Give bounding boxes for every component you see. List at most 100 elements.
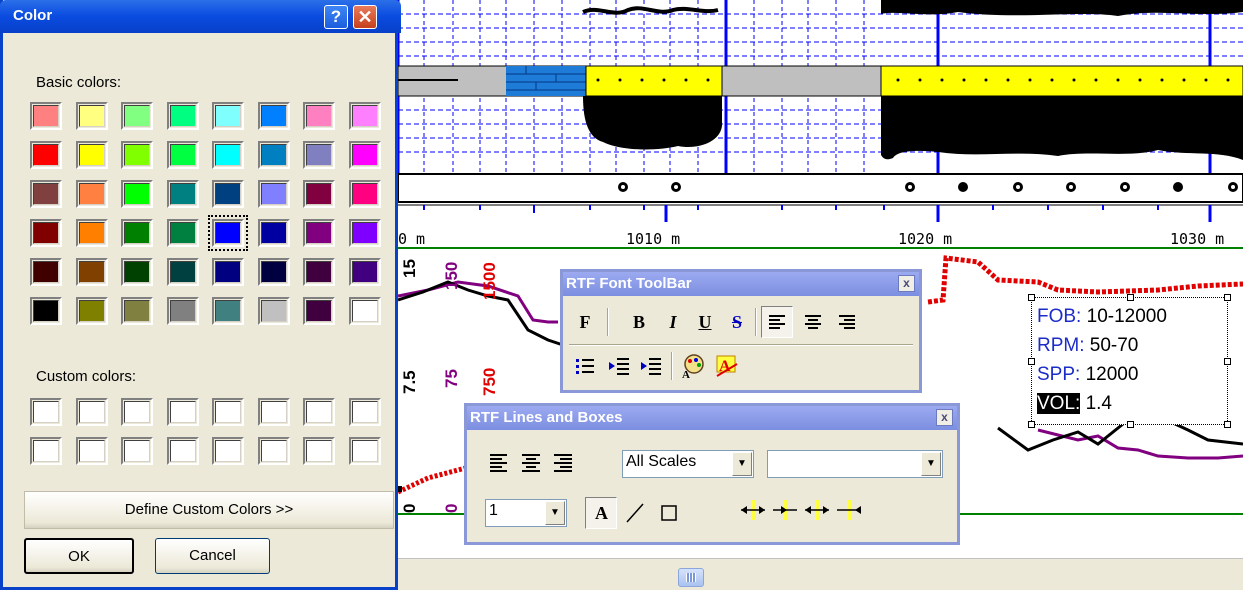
align-right-button[interactable]	[833, 308, 861, 336]
color-swatch[interactable]	[257, 219, 290, 247]
arrow-out-button[interactable]	[803, 496, 831, 524]
text-mode-button[interactable]: A	[585, 497, 617, 529]
close-button[interactable]: ✕	[353, 5, 377, 29]
color-swatch[interactable]	[166, 180, 199, 208]
scrollbar-thumb[interactable]	[678, 568, 704, 587]
resize-handle[interactable]	[1028, 358, 1035, 365]
color-swatch[interactable]	[212, 437, 244, 465]
color-swatch[interactable]	[30, 437, 62, 465]
color-swatch[interactable]	[303, 102, 335, 130]
font-color-button[interactable]: A	[679, 352, 707, 381]
color-swatch[interactable]	[166, 219, 199, 247]
increase-indent-button[interactable]	[637, 352, 665, 380]
color-swatch[interactable]	[212, 258, 244, 286]
color-swatch[interactable]	[257, 297, 290, 325]
color-swatch[interactable]	[348, 102, 381, 130]
color-swatch[interactable]	[75, 258, 108, 286]
color-swatch[interactable]	[30, 180, 62, 208]
color-swatch[interactable]	[303, 141, 335, 169]
color-swatch[interactable]	[303, 398, 335, 426]
color-swatch[interactable]	[166, 258, 199, 286]
color-swatch[interactable]	[212, 141, 244, 169]
horizontal-scrollbar[interactable]	[398, 558, 1243, 590]
color-swatch[interactable]	[257, 437, 290, 465]
arrow-both-button[interactable]	[739, 496, 767, 524]
resize-handle[interactable]	[1028, 294, 1035, 301]
strikethrough-button[interactable]: S	[723, 308, 751, 336]
color-swatch[interactable]	[348, 180, 381, 208]
color-swatch[interactable]	[348, 437, 381, 465]
color-swatch[interactable]	[348, 258, 381, 286]
resize-handle[interactable]	[1224, 421, 1231, 428]
resize-handle[interactable]	[1127, 294, 1134, 301]
ok-button[interactable]: OK	[24, 538, 134, 574]
resize-handle[interactable]	[1224, 294, 1231, 301]
box-align-right-button[interactable]	[549, 448, 577, 476]
dialog-titlebar[interactable]: Color ? ✕	[0, 0, 401, 33]
color-swatch[interactable]	[30, 219, 62, 247]
color-swatch[interactable]	[30, 297, 62, 325]
color-swatch[interactable]	[303, 180, 335, 208]
chevron-down-icon[interactable]: ▼	[921, 452, 941, 476]
line-width-select[interactable]: 1 ▼	[485, 499, 567, 527]
color-swatch[interactable]	[208, 215, 248, 251]
align-left-button[interactable]	[761, 306, 793, 338]
color-swatch[interactable]	[75, 219, 108, 247]
define-custom-colors-button[interactable]: Define Custom Colors >>	[24, 491, 394, 529]
color-swatch[interactable]	[257, 398, 290, 426]
close-icon[interactable]: x	[898, 275, 915, 292]
color-swatch[interactable]	[166, 297, 199, 325]
color-dialog[interactable]: Color ? ✕ Basic colors: Custom colors: D…	[0, 0, 401, 590]
color-swatch[interactable]	[348, 219, 381, 247]
color-swatch[interactable]	[212, 180, 244, 208]
color-swatch[interactable]	[121, 180, 153, 208]
color-swatch[interactable]	[121, 437, 153, 465]
color-swatch[interactable]	[257, 141, 290, 169]
color-swatch[interactable]	[121, 297, 153, 325]
color-swatch[interactable]	[121, 258, 153, 286]
italic-button[interactable]: I	[659, 308, 687, 336]
color-swatch[interactable]	[303, 297, 335, 325]
color-swatch[interactable]	[30, 398, 62, 426]
help-button[interactable]: ?	[324, 5, 348, 29]
toolbar-titlebar[interactable]: RTF Font ToolBar x	[563, 272, 919, 296]
resize-handle[interactable]	[1028, 421, 1035, 428]
underline-button[interactable]: U	[691, 308, 719, 336]
highlight-button[interactable]: A	[713, 352, 741, 380]
rtf-font-toolbar[interactable]: RTF Font ToolBar x F B I U S A A	[560, 269, 922, 393]
resize-handle[interactable]	[1127, 421, 1134, 428]
color-swatch[interactable]	[212, 297, 244, 325]
rtf-lines-boxes-toolbar[interactable]: RTF Lines and Boxes x All Scales ▼ ▼ 1 ▼…	[464, 403, 960, 545]
arrow-right-button[interactable]	[771, 496, 799, 524]
color-swatch[interactable]	[121, 398, 153, 426]
color-swatch[interactable]	[257, 180, 290, 208]
color-swatch[interactable]	[166, 398, 199, 426]
box-mode-button[interactable]	[655, 499, 683, 527]
color-swatch[interactable]	[30, 141, 62, 169]
scale-select[interactable]: All Scales ▼	[622, 450, 754, 478]
bold-button[interactable]: B	[625, 308, 653, 336]
color-swatch[interactable]	[212, 102, 244, 130]
box-align-center-button[interactable]	[517, 448, 545, 476]
align-center-button[interactable]	[799, 308, 827, 336]
chevron-down-icon[interactable]: ▼	[732, 452, 752, 476]
color-swatch[interactable]	[303, 219, 335, 247]
resize-handle[interactable]	[1224, 358, 1231, 365]
color-swatch[interactable]	[348, 297, 381, 325]
color-swatch[interactable]	[75, 437, 108, 465]
color-swatch[interactable]	[75, 180, 108, 208]
color-swatch[interactable]	[348, 398, 381, 426]
toolbar-titlebar[interactable]: RTF Lines and Boxes x	[467, 406, 957, 430]
decrease-indent-button[interactable]	[605, 352, 633, 380]
color-swatch[interactable]	[121, 219, 153, 247]
color-swatch[interactable]	[75, 297, 108, 325]
color-swatch[interactable]	[303, 258, 335, 286]
color-swatch[interactable]	[30, 258, 62, 286]
style-select[interactable]: ▼	[767, 450, 943, 478]
color-swatch[interactable]	[75, 141, 108, 169]
arrow-left-button[interactable]	[835, 496, 863, 524]
color-swatch[interactable]	[166, 437, 199, 465]
box-align-left-button[interactable]	[485, 448, 513, 476]
color-swatch[interactable]	[121, 102, 153, 130]
color-swatch[interactable]	[121, 141, 153, 169]
